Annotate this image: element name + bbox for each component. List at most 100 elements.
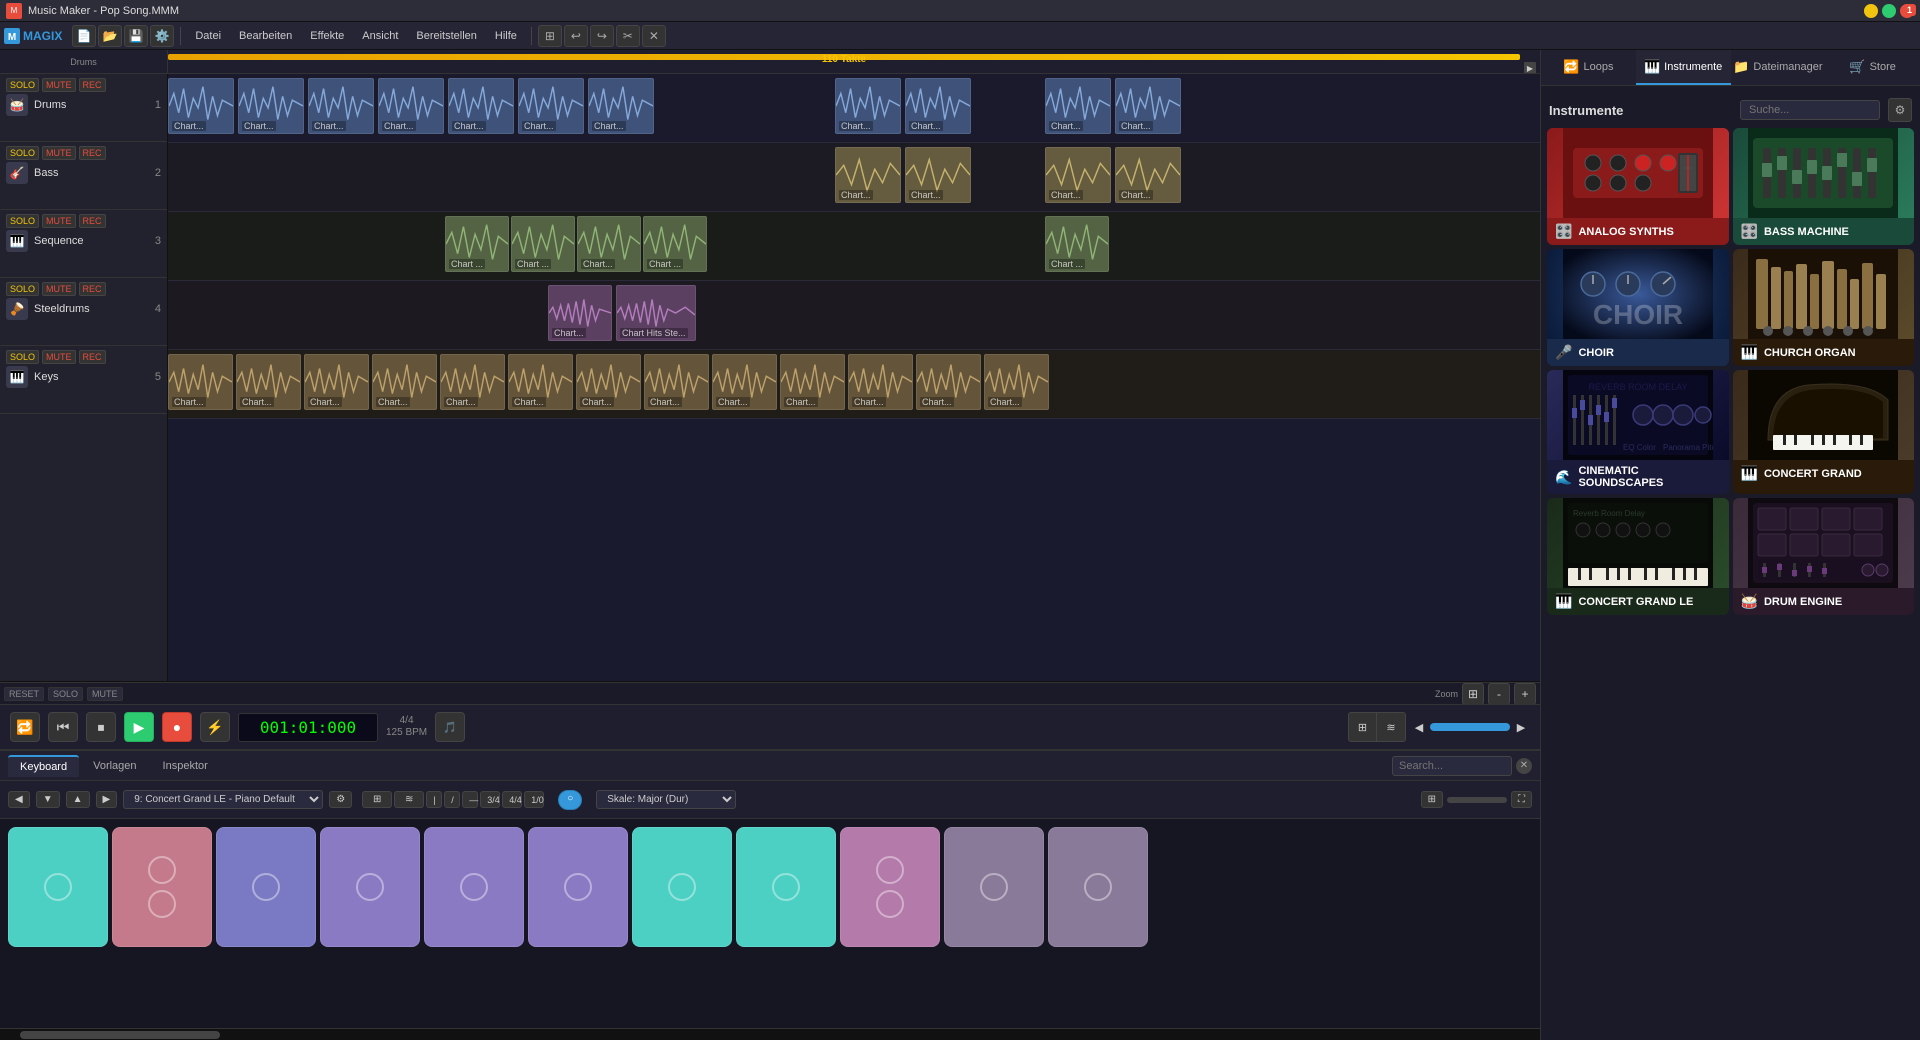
track-lane-sequence[interactable]: Chart ... Chart ... Chart... Chart ... C… — [168, 212, 1540, 280]
next-note-btn[interactable]: ▲ — [66, 791, 90, 808]
clip[interactable]: Chart... — [577, 216, 641, 272]
menu-bearbeiten[interactable]: Bearbeiten — [231, 27, 300, 45]
piano-pad-11[interactable] — [1048, 827, 1148, 947]
redo-btn[interactable]: ↪ — [590, 25, 614, 47]
clip[interactable]: Chart... — [1045, 78, 1111, 134]
piano-pad-2[interactable] — [112, 827, 212, 947]
clip[interactable]: Chart... — [236, 354, 301, 410]
view-grid-btn[interactable]: ⊞ — [1349, 713, 1377, 741]
mute-btn-3[interactable]: MUTE — [42, 214, 76, 228]
vol-right-btn[interactable]: ▶ — [1512, 718, 1530, 736]
rec-btn-1[interactable]: REC — [79, 78, 106, 92]
pad-type-3[interactable]: | — [426, 791, 442, 808]
clip[interactable]: Chart... — [848, 354, 913, 410]
bottom-search-input[interactable] — [1392, 756, 1512, 776]
play-btn[interactable]: ▶ — [124, 712, 154, 742]
scale-select[interactable]: Skale: Major (Dur) — [596, 790, 736, 809]
pad-count-3[interactable]: 1/0 — [524, 791, 544, 808]
open-file-btn[interactable]: 📂 — [98, 25, 122, 47]
clip[interactable]: Chart... — [308, 78, 374, 134]
clip[interactable]: Chart... — [835, 147, 901, 203]
track-lane-steeldrums[interactable]: Chart... Chart Hits Ste... — [168, 281, 1540, 349]
loop-btn[interactable]: 🔁 — [10, 712, 40, 742]
instrument-cinematic[interactable]: REVERB ROOM DELAY — [1547, 370, 1729, 494]
clip[interactable]: Chart ... — [643, 216, 707, 272]
solo-btn-3[interactable]: SOLO — [6, 214, 39, 228]
tab-store[interactable]: 🛒 Store 1 — [1825, 50, 1920, 85]
clip[interactable]: Chart... — [304, 354, 369, 410]
instrument-church-organ[interactable]: 🎹 CHURCH ORGAN — [1733, 249, 1915, 366]
menu-bereitstellen[interactable]: Bereitstellen — [408, 27, 485, 45]
rec-btn-4[interactable]: REC — [79, 282, 106, 296]
piano-pad-6[interactable] — [528, 827, 628, 947]
minimize-button[interactable] — [1864, 4, 1878, 18]
piano-fullscreen-btn[interactable]: ⛶ — [1511, 791, 1532, 808]
record-btn[interactable]: ● — [162, 712, 192, 742]
solo-btn-1[interactable]: SOLO — [6, 78, 39, 92]
clip[interactable]: Chart... — [905, 147, 971, 203]
clip[interactable]: Chart... — [780, 354, 845, 410]
instrument-analog-synths[interactable]: 🎛️ ANALOG SYNTHS — [1547, 128, 1729, 245]
punch-btn[interactable]: ⚡ — [200, 712, 230, 742]
maximize-button[interactable] — [1882, 4, 1896, 18]
tab-instrumente[interactable]: 🎹 Instrumente — [1636, 50, 1731, 85]
mute-btn-5[interactable]: MUTE — [42, 350, 76, 364]
piano-vol-slider[interactable] — [1447, 797, 1507, 803]
clip[interactable]: Chart... — [168, 354, 233, 410]
clip[interactable]: Chart Hits Ste... — [616, 285, 696, 341]
search-close-btn[interactable]: ✕ — [1516, 758, 1532, 774]
instrument-concert-grand-le[interactable]: Reverb Room Delay — [1547, 498, 1729, 615]
clip[interactable]: Chart... — [1045, 147, 1111, 203]
tab-dateimanager[interactable]: 📁 Dateimanager — [1731, 50, 1826, 85]
cut-btn[interactable]: ✂ — [616, 25, 640, 47]
save-btn[interactable]: 💾 — [124, 25, 148, 47]
rec-btn-5[interactable]: REC — [79, 350, 106, 364]
menu-ansicht[interactable]: Ansicht — [354, 27, 406, 45]
pad-type-2[interactable]: ≋ — [394, 791, 424, 808]
clip[interactable]: Chart... — [518, 78, 584, 134]
zoom-expand-btn[interactable]: ⊞ — [1462, 683, 1484, 705]
clip[interactable]: Chart... — [984, 354, 1049, 410]
clip[interactable]: Chart... — [835, 78, 901, 134]
clip[interactable]: Chart ... — [445, 216, 509, 272]
clip[interactable]: Chart... — [1115, 147, 1181, 203]
menu-effekte[interactable]: Effekte — [302, 27, 352, 45]
clip[interactable]: Chart... — [905, 78, 971, 134]
clip[interactable]: Chart ... — [1045, 216, 1109, 272]
instruments-settings-btn[interactable]: ⚙ — [1888, 98, 1912, 122]
vol-left-btn[interactable]: ◀ — [1410, 718, 1428, 736]
preset-config-btn[interactable]: ⚙ — [329, 791, 352, 808]
clip[interactable]: Chart... — [576, 354, 641, 410]
prev-note-btn[interactable]: ▼ — [36, 791, 60, 808]
prev-octave-btn[interactable]: ◀ — [8, 791, 30, 808]
mute-btn-4[interactable]: MUTE — [42, 282, 76, 296]
pad-count-1[interactable]: 3/4 — [480, 791, 500, 808]
tab-vorlagen[interactable]: Vorlagen — [81, 756, 148, 776]
instrument-concert-grand[interactable]: 🎹 CONCERT GRAND — [1733, 370, 1915, 494]
piano-pad-8[interactable] — [736, 827, 836, 947]
menu-hilfe[interactable]: Hilfe — [487, 27, 525, 45]
clip[interactable]: Chart... — [1115, 78, 1181, 134]
rec-btn-3[interactable]: REC — [79, 214, 106, 228]
clip[interactable]: Chart ... — [511, 216, 575, 272]
tab-inspektor[interactable]: Inspektor — [151, 756, 220, 776]
menu-datei[interactable]: Datei — [187, 27, 229, 45]
pad-type-4[interactable]: / — [444, 791, 460, 808]
clip[interactable]: Chart... — [448, 78, 514, 134]
clip[interactable]: Chart... — [372, 354, 437, 410]
clip[interactable]: Chart... — [440, 354, 505, 410]
pad-type-5[interactable]: — — [462, 791, 478, 808]
clip[interactable]: Chart... — [508, 354, 573, 410]
mute-btn-2[interactable]: MUTE — [42, 146, 76, 160]
view-wave-btn[interactable]: ≋ — [1377, 713, 1405, 741]
instrument-bass-machine[interactable]: 🎛️ BASS MACHINE — [1733, 128, 1915, 245]
snap-btn[interactable]: ⊞ — [538, 25, 562, 47]
next-octave-btn[interactable]: ▶ — [96, 791, 118, 808]
zoom-plus-btn[interactable]: + — [1514, 683, 1536, 705]
solo-all-btn[interactable]: SOLO — [48, 687, 83, 701]
clip[interactable]: Chart... — [644, 354, 709, 410]
instruments-search[interactable] — [1740, 100, 1880, 120]
clip[interactable]: Chart... — [588, 78, 654, 134]
piano-toggle-btn[interactable]: ○ — [558, 790, 582, 810]
instrument-choir[interactable]: CHOIR 🎤 CHOIR — [1547, 249, 1729, 366]
